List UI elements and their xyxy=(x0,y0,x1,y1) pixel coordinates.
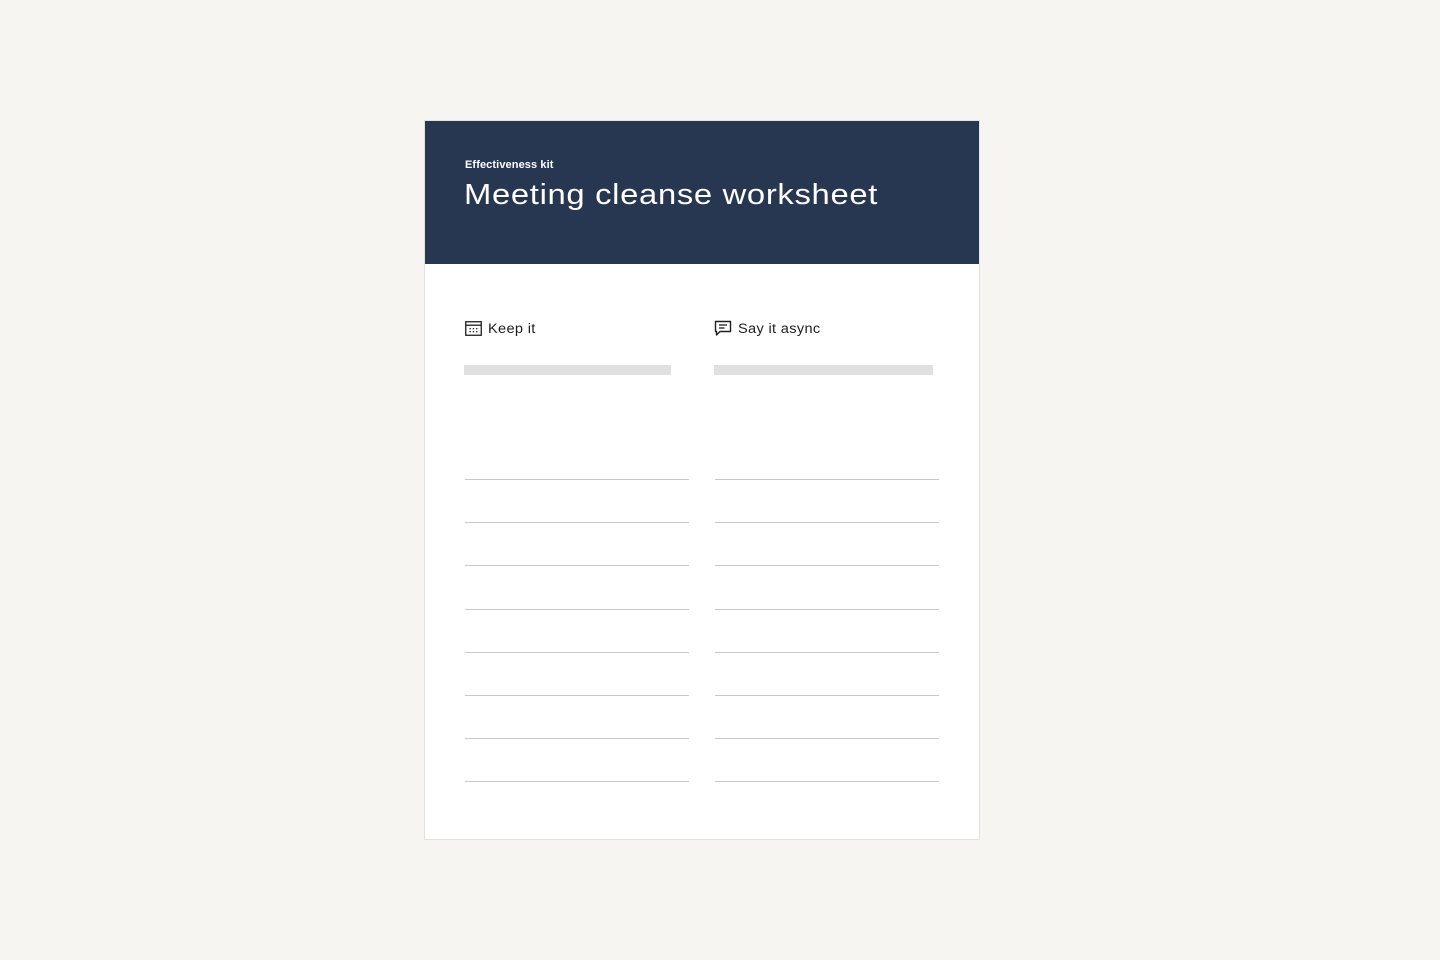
entry-line[interactable] xyxy=(715,479,939,480)
entry-line[interactable] xyxy=(715,781,939,782)
entry-line[interactable] xyxy=(715,652,939,653)
entry-line[interactable] xyxy=(715,695,939,696)
keep-it-placeholder-bar xyxy=(464,365,671,375)
say-it-async-heading: Say it async xyxy=(714,316,820,340)
entry-line[interactable] xyxy=(715,565,939,566)
entry-line[interactable] xyxy=(465,522,689,523)
keep-it-heading: Keep it xyxy=(464,316,535,340)
keep-it-column: Keep it xyxy=(464,316,689,782)
keep-it-label: Keep it xyxy=(488,320,536,336)
say-it-async-label: Say it async xyxy=(738,320,821,336)
entry-line[interactable] xyxy=(715,522,939,523)
entry-line[interactable] xyxy=(465,781,689,782)
entry-line[interactable] xyxy=(465,695,689,696)
entry-line[interactable] xyxy=(715,609,939,610)
eyebrow-label: Effectiveness kit xyxy=(465,159,554,171)
entry-line[interactable] xyxy=(715,738,939,739)
entry-line[interactable] xyxy=(465,652,689,653)
chat-bubble-icon xyxy=(714,319,732,337)
say-it-async-placeholder-bar xyxy=(714,365,933,375)
entry-line[interactable] xyxy=(465,479,689,480)
entry-line[interactable] xyxy=(465,738,689,739)
say-it-async-column: Say it async xyxy=(714,316,939,782)
page-title: Meeting cleanse worksheet xyxy=(464,179,879,211)
entry-line[interactable] xyxy=(465,565,689,566)
entry-line[interactable] xyxy=(465,609,689,610)
calendar-icon xyxy=(464,319,482,337)
worksheet-header: Effectiveness kit Meeting cleanse worksh… xyxy=(425,121,979,264)
worksheet-card: Effectiveness kit Meeting cleanse worksh… xyxy=(424,120,980,840)
